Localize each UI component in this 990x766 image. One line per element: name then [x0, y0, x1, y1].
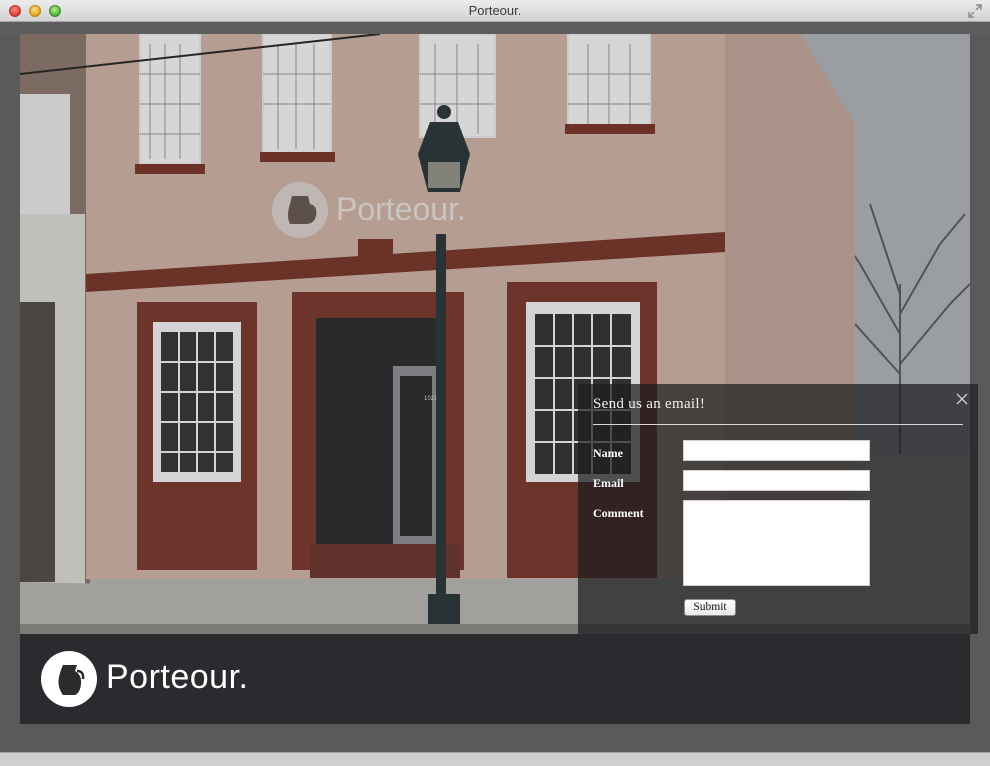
window-frame-top: [0, 22, 990, 34]
pitcher-icon[interactable]: [41, 651, 97, 707]
window-bottom-strip: [0, 752, 990, 766]
footer-brand[interactable]: Porteour.: [106, 658, 248, 697]
name-label: Name: [593, 446, 623, 460]
close-icon[interactable]: [955, 392, 969, 406]
comment-label: Comment: [593, 506, 644, 520]
comment-field[interactable]: [683, 500, 870, 586]
submit-button[interactable]: Submit: [684, 599, 736, 616]
name-field[interactable]: [683, 440, 870, 461]
window-titlebar: Porteour.: [0, 0, 990, 22]
panel-divider: [593, 424, 963, 425]
email-panel-title: Send us an email!: [593, 396, 706, 412]
window-title: Porteour.: [468, 3, 522, 18]
email-label: Email: [593, 476, 624, 490]
email-field[interactable]: [683, 470, 870, 491]
fullscreen-icon[interactable]: [968, 4, 982, 18]
